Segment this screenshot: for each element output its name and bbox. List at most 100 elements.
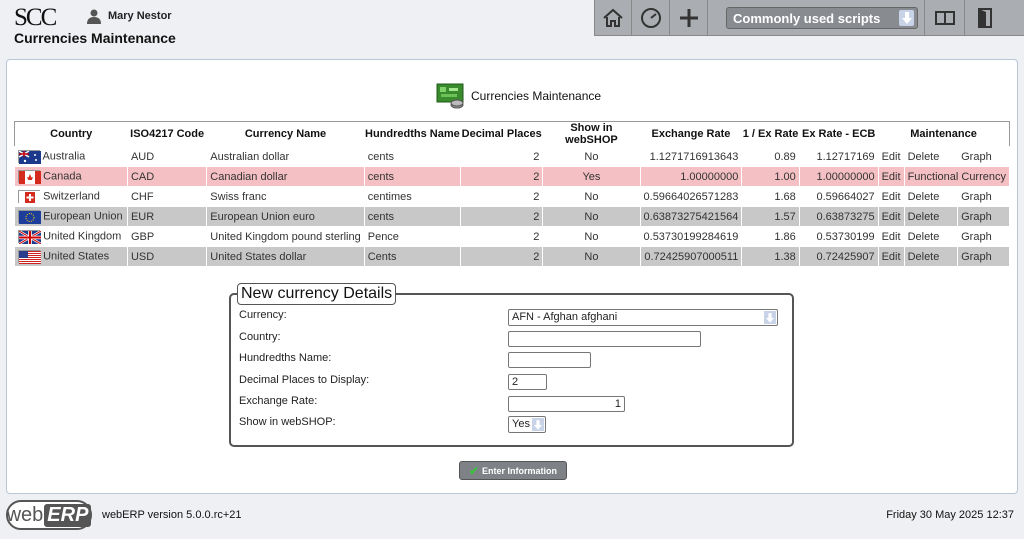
delete-link[interactable]: Delete bbox=[903, 226, 959, 247]
home-icon bbox=[603, 8, 623, 27]
currency-name-cell: Swiss franc bbox=[206, 186, 365, 207]
edit-link[interactable]: Edit bbox=[877, 186, 905, 207]
decimal-places-cell: 2 bbox=[460, 186, 544, 207]
company-logo: SCC bbox=[14, 4, 57, 31]
column-header[interactable]: ISO4217 Code bbox=[127, 122, 206, 147]
flag-icon bbox=[18, 190, 41, 204]
inverse-rate-cell: 1.00 bbox=[741, 166, 800, 187]
hundredths-cell: cents bbox=[363, 146, 462, 167]
edit-link[interactable]: Edit bbox=[877, 206, 905, 227]
country-label: Country: bbox=[239, 331, 281, 343]
currency-icon bbox=[435, 82, 465, 110]
dashboard-button[interactable] bbox=[632, 0, 670, 36]
graph-link[interactable]: Graph bbox=[957, 146, 1010, 167]
exchange-rate-cell: 1.1271716913643 bbox=[639, 146, 743, 167]
decimal-places-input[interactable]: 2 bbox=[508, 374, 547, 390]
logout-button[interactable] bbox=[964, 0, 1004, 36]
commonly-used-scripts-select[interactable]: Commonly used scripts bbox=[726, 7, 918, 29]
table-row: United States USD United States dollar Cent… bbox=[14, 246, 1010, 267]
ecb-rate-cell: 1.12717169 bbox=[798, 146, 879, 167]
webshop-cell: No bbox=[542, 186, 641, 207]
column-header[interactable]: 1 / Ex Rate bbox=[742, 122, 799, 147]
exchange-rate-cell: 0.53730199284619 bbox=[639, 226, 743, 247]
table-row: United Kingdom GBP United Kingdom pound st… bbox=[14, 226, 1010, 247]
hundredths-name-input[interactable] bbox=[508, 352, 591, 368]
logout-icon bbox=[977, 8, 992, 28]
edit-link[interactable]: Edit bbox=[877, 166, 905, 187]
edit-link[interactable]: Edit bbox=[877, 146, 905, 167]
country-input[interactable] bbox=[508, 331, 701, 347]
column-header[interactable]: Decimal Places bbox=[461, 122, 543, 147]
table-row: European Union EUR European Union euro cent… bbox=[14, 206, 1010, 227]
checkmark-icon: ✔ bbox=[468, 463, 480, 478]
column-header[interactable]: Ex Rate - ECB bbox=[799, 122, 878, 147]
country-name: United States bbox=[43, 250, 110, 263]
exchange-rate-cell: 0.72425907000511 bbox=[639, 246, 743, 267]
ecb-rate-cell: 0.59664027 bbox=[798, 186, 879, 207]
currency-name-cell: European Union euro bbox=[206, 206, 365, 227]
graph-link[interactable]: Graph bbox=[957, 186, 1010, 207]
home-button[interactable] bbox=[594, 0, 632, 36]
decimal-places-cell: 2 bbox=[460, 206, 544, 227]
ecb-rate-cell: 0.53730199 bbox=[798, 226, 879, 247]
exchange-rate-cell: 0.63873275421564 bbox=[639, 206, 743, 227]
inverse-rate-cell: 0.89 bbox=[741, 146, 800, 167]
column-header[interactable]: Currency Name bbox=[207, 122, 364, 147]
graph-link[interactable]: Graph bbox=[957, 226, 1010, 247]
graph-link[interactable]: Graph bbox=[957, 246, 1010, 267]
country-cell: European Union bbox=[14, 206, 128, 227]
ecb-rate-cell: 0.72425907 bbox=[798, 246, 879, 267]
edit-link[interactable]: Edit bbox=[877, 246, 905, 267]
datetime-text: Friday 30 May 2025 12:37 bbox=[886, 509, 1014, 521]
column-header[interactable]: Hundredths Name bbox=[364, 122, 460, 147]
exchange-rate-input[interactable]: 1 bbox=[508, 396, 625, 412]
decimal-places-cell: 2 bbox=[460, 146, 544, 167]
scripts-label: Commonly used scripts bbox=[733, 10, 881, 26]
hundredths-cell: Cents bbox=[363, 246, 462, 267]
graph-link[interactable]: Graph bbox=[957, 206, 1010, 227]
weberp-logo[interactable]: web ERP bbox=[6, 500, 92, 530]
country-cell: Switzerland bbox=[14, 186, 128, 207]
column-header[interactable]: Exchange Rate bbox=[640, 122, 742, 147]
decimal-places-cell: 2 bbox=[460, 166, 544, 187]
version-text: webERP version 5.0.0.rc+21 bbox=[102, 509, 242, 521]
decimal-places-cell: 2 bbox=[460, 226, 544, 247]
plus-icon bbox=[679, 9, 698, 27]
chevron-down-icon bbox=[532, 418, 544, 431]
submit-label: Enter Information bbox=[482, 465, 558, 476]
code-cell: USD bbox=[126, 246, 208, 267]
heading-text: Currencies Maintenance bbox=[471, 89, 602, 103]
webshop-cell: No bbox=[542, 226, 641, 247]
delete-link[interactable]: Delete bbox=[903, 186, 959, 207]
manual-icon bbox=[934, 11, 955, 25]
currency-select[interactable]: AFN - Afghan afghani bbox=[508, 309, 778, 326]
user-icon bbox=[87, 9, 101, 24]
manual-button[interactable] bbox=[924, 0, 964, 36]
currencies-table: Country ISO4217 Code Currency Name Hundr… bbox=[14, 121, 1011, 267]
user-menu[interactable]: Mary Nestor bbox=[86, 8, 172, 24]
delete-link[interactable]: Delete bbox=[903, 206, 959, 227]
delete-link[interactable]: Delete bbox=[903, 246, 959, 267]
country-name: Canada bbox=[43, 170, 82, 183]
column-header[interactable]: Show in webSHOP bbox=[543, 122, 640, 147]
code-cell: GBP bbox=[126, 226, 208, 247]
column-header[interactable]: Country bbox=[15, 122, 128, 147]
currency-name-cell: Australian dollar bbox=[206, 146, 365, 167]
inverse-rate-cell: 1.86 bbox=[741, 226, 800, 247]
exchange-rate-label: Exchange Rate: bbox=[239, 395, 318, 407]
decimal-places-cell: 2 bbox=[460, 246, 544, 267]
edit-link[interactable]: Edit bbox=[877, 226, 905, 247]
show-in-webshop-label: Show in webSHOP: bbox=[239, 416, 336, 428]
table-row: Switzerland CHF Swiss franc centimes 2 No 0.59… bbox=[14, 186, 1010, 207]
enter-information-button[interactable]: ✔ Enter Information bbox=[459, 461, 567, 480]
country-cell: United Kingdom bbox=[14, 226, 128, 247]
user-name[interactable]: Mary Nestor bbox=[108, 10, 172, 22]
show-in-webshop-select[interactable]: Yes bbox=[508, 416, 546, 433]
add-button[interactable] bbox=[670, 0, 708, 36]
exchange-rate-cell: 1.00000000 bbox=[639, 166, 743, 187]
currency-name-cell: United States dollar bbox=[206, 246, 365, 267]
functional-currency-label: Functional Currency bbox=[903, 166, 1011, 187]
delete-link[interactable]: Delete bbox=[903, 146, 959, 167]
logo-erp: ERP bbox=[44, 503, 92, 527]
new-currency-fieldset: New currency Details Currency: AFN - Afg… bbox=[229, 283, 794, 447]
